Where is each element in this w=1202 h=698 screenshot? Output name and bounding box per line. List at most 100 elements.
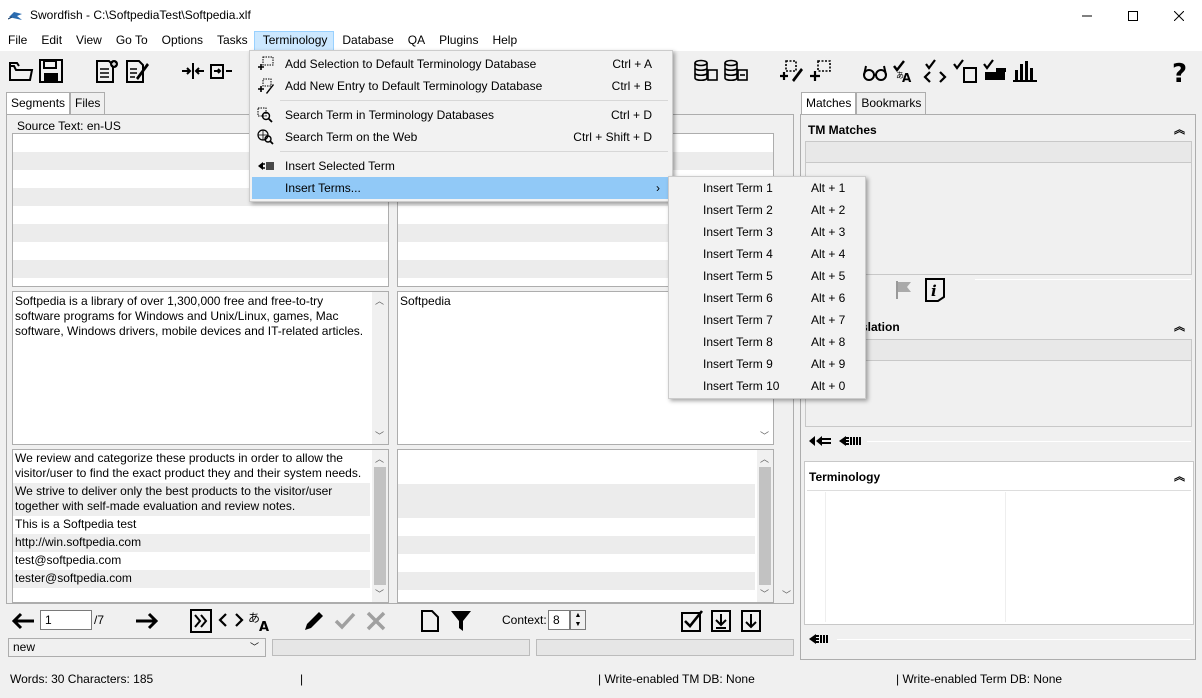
length-check-icon[interactable] — [952, 58, 978, 84]
down-arrow-box-icon[interactable] — [740, 609, 762, 633]
pencil-edit-icon[interactable] — [302, 609, 326, 633]
segment-number-input[interactable]: 1 — [40, 610, 92, 630]
following-target-scrollbar[interactable]: ︿ ﹀ — [757, 450, 773, 602]
merge-segment-icon[interactable] — [208, 58, 234, 84]
glasses-icon[interactable] — [862, 58, 888, 84]
right-tab-bar: Matches Bookmarks — [801, 92, 927, 114]
menu-help[interactable]: Help — [484, 31, 523, 51]
confirm-check-icon[interactable] — [334, 611, 356, 631]
tag-check-icon[interactable] — [922, 58, 948, 84]
add-term-entry-icon[interactable] — [778, 58, 804, 84]
go-to-untranslated-icon[interactable] — [190, 609, 212, 633]
menu-goto[interactable]: Go To — [108, 31, 154, 51]
svg-text:あ: あ — [896, 71, 904, 80]
submenu-insert-term-9[interactable]: Insert Term 9 Alt + 9 — [671, 353, 865, 375]
tab-files[interactable]: Files — [70, 92, 106, 114]
current-source-box[interactable]: Softpedia is a library of over 1,300,000… — [12, 291, 389, 445]
maximize-button[interactable] — [1110, 0, 1156, 31]
context-spinner-arrows[interactable]: ▲ ▼ — [570, 610, 586, 630]
menu-edit[interactable]: Edit — [33, 31, 68, 51]
following-line-4: http://win.softpedia.com — [13, 534, 370, 552]
submenu-insert-term-10[interactable]: Insert Term 10 Alt + 0 — [671, 375, 865, 397]
tm-matches-title: TM Matches — [808, 123, 877, 137]
menu-plugins[interactable]: Plugins — [431, 31, 484, 51]
spellcheck-translate-icon[interactable]: Aあ — [892, 58, 918, 84]
submenu-insert-term-3[interactable]: Insert Term 3 Alt + 3 — [671, 221, 865, 243]
help-icon[interactable]: ? — [1168, 58, 1194, 84]
submenu-insert-term-7[interactable]: Insert Term 7 Alt + 7 — [671, 309, 865, 331]
source-text-label: Source Text: en-US — [17, 119, 121, 133]
status-separator: | — [300, 672, 304, 686]
edit-document-icon[interactable] — [124, 58, 150, 84]
segment-status-select[interactable]: new ﹀ — [8, 638, 266, 657]
new-document-icon[interactable] — [94, 58, 120, 84]
progress-bar-1 — [272, 639, 530, 656]
submenu-insert-term-8[interactable]: Insert Term 8 Alt + 8 — [671, 331, 865, 353]
menu-database[interactable]: Database — [334, 31, 399, 51]
menu-tasks[interactable]: Tasks — [209, 31, 254, 51]
menu-insert-terms[interactable]: Insert Terms... › — [252, 177, 670, 199]
download-box-icon[interactable] — [710, 609, 732, 633]
insert-terms-submenu: Insert Term 1 Alt + 1 Insert Term 2 Alt + … — [668, 176, 866, 399]
submenu-insert-term-6[interactable]: Insert Term 6 Alt + 6 — [671, 287, 865, 309]
menu-add-selection[interactable]: Add Selection to Default Terminology Dat… — [252, 53, 670, 75]
submenu-insert-term-4[interactable]: Insert Term 4 Alt + 4 — [671, 243, 865, 265]
menu-bar: File Edit View Go To Options Tasks Termi… — [0, 31, 1202, 51]
reject-x-icon[interactable] — [366, 611, 386, 631]
next-arrow-icon[interactable] — [134, 612, 158, 630]
add-entry-icon — [258, 78, 274, 94]
translate-icon[interactable]: あA — [248, 609, 274, 633]
minimize-button[interactable] — [1064, 0, 1110, 31]
menu-insert-selected-term[interactable]: Insert Selected Term — [252, 155, 670, 177]
segment-check-icon[interactable] — [982, 58, 1008, 84]
open-folder-icon[interactable] — [8, 58, 34, 84]
following-source-scrollbar[interactable]: ︿ ﹀ — [372, 450, 388, 602]
collapse-mt-icon[interactable]: ︽ — [1174, 318, 1185, 334]
submenu-insert-term-2[interactable]: Insert Term 2 Alt + 2 — [671, 199, 865, 221]
collapse-terminology-icon[interactable]: ︽ — [1174, 468, 1185, 484]
database-import-icon[interactable] — [723, 58, 749, 84]
database-export-icon[interactable] — [693, 58, 719, 84]
search-web-icon — [257, 129, 274, 145]
insert-all-icon[interactable] — [807, 433, 833, 449]
submenu-insert-term-5[interactable]: Insert Term 5 Alt + 5 — [671, 265, 865, 287]
source-scrollbar[interactable]: ︿ ﹀ — [372, 292, 388, 444]
menu-search-term-web[interactable]: Search Term on the Web Ctrl + Shift + D — [252, 126, 670, 148]
menu-qa[interactable]: QA — [400, 31, 431, 51]
insert-term-arrow-icon[interactable] — [807, 631, 833, 647]
menu-file[interactable]: File — [0, 31, 33, 51]
collapse-tm-icon[interactable]: ︽ — [1174, 121, 1185, 137]
context-spinner[interactable]: 8 — [548, 610, 570, 630]
following-source-box[interactable]: We review and categorize these products … — [12, 449, 389, 603]
menu-add-new-entry[interactable]: Add New Entry to Default Terminology Dat… — [252, 75, 670, 97]
save-icon[interactable] — [38, 58, 64, 84]
source-segment-text: Softpedia is a library of over 1,300,000… — [15, 294, 364, 338]
tab-matches[interactable]: Matches — [801, 92, 857, 114]
submenu-insert-term-1[interactable]: Insert Term 1 Alt + 1 — [671, 177, 865, 199]
segment-total: /7 — [94, 613, 105, 627]
info-note-icon[interactable]: i — [923, 277, 947, 303]
menu-terminology[interactable]: Terminology — [253, 31, 335, 51]
context-label: Context: — [502, 613, 547, 627]
split-segment-icon[interactable] — [180, 58, 206, 84]
filter-icon[interactable] — [450, 609, 472, 633]
title-bar: Swordfish - C:\SoftpediaTest\Softpedia.x… — [0, 0, 1202, 31]
term-db-status: | Write-enabled Term DB: None — [896, 672, 1063, 686]
add-selection-term-icon[interactable] — [808, 58, 834, 84]
statistics-chart-icon[interactable] — [1012, 58, 1038, 84]
flag-icon[interactable] — [893, 279, 915, 301]
tab-segments[interactable]: Segments — [6, 92, 71, 114]
following-line-5: test@softpedia.com — [15, 553, 122, 567]
menu-view[interactable]: View — [68, 31, 108, 51]
previous-arrow-icon[interactable] — [12, 612, 36, 630]
tab-bookmarks[interactable]: Bookmarks — [856, 92, 927, 114]
close-button[interactable] — [1156, 0, 1202, 31]
menu-search-term-db[interactable]: Search Term in Terminology Databases Ctr… — [252, 104, 670, 126]
tags-icon[interactable] — [218, 611, 244, 629]
menu-options[interactable]: Options — [154, 31, 209, 51]
checkbox-confirm-icon[interactable] — [680, 609, 704, 633]
insert-match-icon[interactable] — [837, 433, 863, 449]
following-target-box[interactable]: ︿ ﹀ — [397, 449, 774, 603]
blank-document-icon[interactable] — [420, 609, 440, 633]
word-count: Words: 30 Characters: 185 — [10, 672, 154, 686]
